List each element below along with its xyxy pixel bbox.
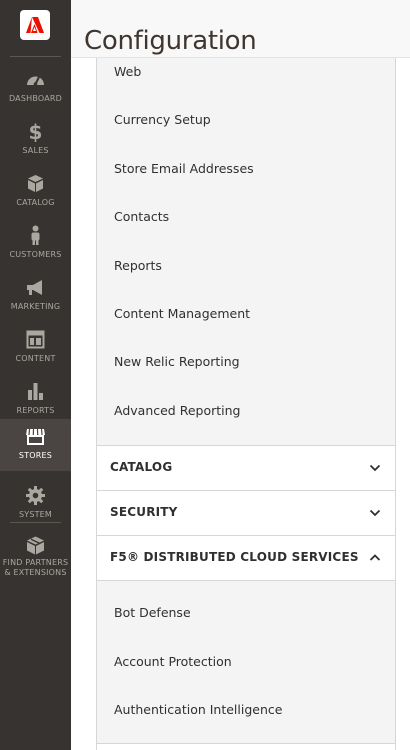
config-link-web[interactable]: Web xyxy=(114,64,141,79)
nav-label: Content xyxy=(15,354,56,363)
nav-label: Stores xyxy=(18,451,53,460)
gear-icon xyxy=(26,486,45,505)
nav-label: Marketing xyxy=(10,302,61,311)
config-link-authentication-intelligence[interactable]: Authentication Intelligence xyxy=(114,702,282,717)
config-link-new-relic-reporting[interactable]: New Relic Reporting xyxy=(114,354,240,369)
config-content: Web Currency Setup Store Email Addresses… xyxy=(71,58,410,750)
section-title: F5® Distributed Cloud Services xyxy=(110,550,359,564)
nav-divider xyxy=(10,56,61,57)
nav-item-customers[interactable]: Customers xyxy=(0,218,71,270)
nav-label: Sales xyxy=(22,146,49,155)
adobe-logo[interactable] xyxy=(20,10,50,40)
nav-label: Find Partners & Extensions xyxy=(2,558,69,577)
adobe-logo-icon xyxy=(26,17,44,33)
person-icon xyxy=(31,225,40,245)
nav-item-catalog[interactable]: Catalog xyxy=(0,166,71,218)
bar-chart-icon xyxy=(28,383,43,400)
nav-item-dashboard[interactable]: Dashboard xyxy=(0,62,71,114)
megaphone-icon xyxy=(27,280,42,295)
nav-item-find-partners[interactable]: Find Partners & Extensions xyxy=(0,528,71,588)
cube-icon xyxy=(27,536,44,555)
nav-item-content[interactable]: Content xyxy=(0,322,71,374)
nav-label: System xyxy=(18,510,53,519)
nav-item-stores[interactable]: Stores xyxy=(0,419,71,471)
section-catalog[interactable]: Catalog xyxy=(97,445,395,490)
chevron-down-icon xyxy=(369,509,381,517)
nav-item-sales[interactable]: $ Sales xyxy=(0,114,71,166)
section-security[interactable]: Security xyxy=(97,490,395,535)
section-f5-distributed-cloud-services[interactable]: F5® Distributed Cloud Services xyxy=(97,535,395,580)
nav-label: Dashboard xyxy=(8,94,63,103)
config-link-content-management[interactable]: Content Management xyxy=(114,306,250,321)
nav-item-marketing[interactable]: Marketing xyxy=(0,270,71,322)
gauge-icon xyxy=(27,76,44,86)
admin-sidebar: Dashboard $ Sales Catalog Customers Mark… xyxy=(0,0,71,750)
nav-label: Customers xyxy=(9,250,62,259)
config-link-bot-defense[interactable]: Bot Defense xyxy=(114,605,191,620)
f5-subsection-list: Bot Defense Account Protection Authentic… xyxy=(97,580,395,743)
config-link-currency-setup[interactable]: Currency Setup xyxy=(114,112,211,127)
config-link-contacts[interactable]: Contacts xyxy=(114,209,169,224)
section-title: Catalog xyxy=(110,460,173,474)
page-header: Configuration xyxy=(71,0,410,58)
nav-label: Reports xyxy=(16,406,55,415)
nav-divider xyxy=(10,522,61,523)
config-tabs: Web Currency Setup Store Email Addresses… xyxy=(96,58,396,750)
chevron-down-icon xyxy=(369,464,381,472)
layout-icon xyxy=(26,330,45,349)
config-link-reports[interactable]: Reports xyxy=(114,258,162,273)
svg-text:$: $ xyxy=(29,121,43,142)
chevron-up-icon xyxy=(369,554,381,561)
storefront-icon xyxy=(26,428,45,445)
nav-label: Catalog xyxy=(16,198,55,207)
section-title: Security xyxy=(110,505,178,519)
config-link-advanced-reporting[interactable]: Advanced Reporting xyxy=(114,403,240,418)
section-divider xyxy=(97,743,395,744)
config-link-store-email-addresses[interactable]: Store Email Addresses xyxy=(114,161,254,176)
config-link-account-protection[interactable]: Account Protection xyxy=(114,654,232,669)
box-icon xyxy=(28,175,43,192)
dollar-icon: $ xyxy=(29,121,43,142)
page-title: Configuration xyxy=(84,26,257,57)
general-subsection-list: Web Currency Setup Store Email Addresses… xyxy=(97,58,395,445)
